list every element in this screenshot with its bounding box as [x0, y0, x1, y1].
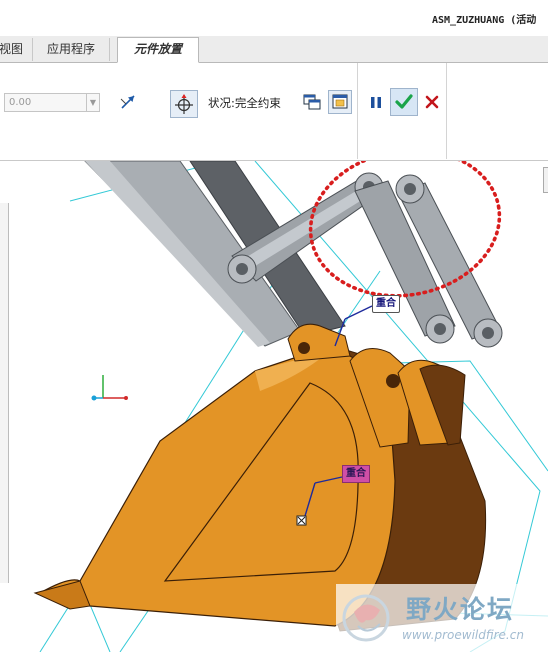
title-bar: ASM_ZUZHUANG (活动 — [0, 0, 548, 36]
watermark-logo-icon — [342, 594, 390, 642]
coordinate-axes-icon — [91, 375, 128, 401]
model-scene — [33, 161, 548, 652]
ribbon-separator — [357, 63, 358, 159]
watermark-name: 野火论坛 — [406, 595, 515, 624]
constraint-status: 状况:完全约束 — [208, 96, 281, 110]
constraint-marker-coincident-selected[interactable]: 重合 — [342, 465, 370, 483]
separate-window-icon[interactable] — [300, 90, 324, 114]
pause-icon[interactable] — [364, 90, 388, 114]
offset-input[interactable]: 0.00 ▼ — [4, 93, 100, 112]
ribbon-tabs: 视图 应用程序 元件放置 — [0, 36, 548, 63]
ribbon-separator-2 — [446, 63, 447, 159]
current-window-icon[interactable] — [328, 90, 352, 114]
flip-arrow-icon[interactable] — [116, 90, 140, 114]
forum-watermark: 野火论坛 www.proewildfire.cn — [336, 584, 548, 652]
check-icon[interactable] — [390, 88, 418, 116]
cancel-icon[interactable] — [420, 90, 444, 114]
watermark-url: www.proewildfire.cn — [402, 628, 524, 642]
tab-component-placement[interactable]: 元件放置 — [117, 37, 199, 63]
offset-value: 0.00 — [9, 97, 32, 108]
tab-view[interactable]: 视图 — [0, 38, 33, 61]
move-component-icon[interactable] — [170, 90, 198, 118]
tab-applications[interactable]: 应用程序 — [33, 38, 110, 61]
window-title: ASM_ZUZHUANG (活动 — [432, 15, 537, 26]
placement-point-icon — [296, 515, 307, 526]
chevron-down-icon[interactable]: ▼ — [86, 94, 99, 111]
constraint-marker-coincident[interactable]: 重合 — [372, 295, 400, 313]
boom-arm — [84, 161, 346, 347]
ribbon: 0.00 ▼ 状况:完全约束 — [0, 63, 548, 161]
graphics-viewport[interactable]: 重合 重合 野火论坛 www.proewildfire.cn — [0, 161, 548, 652]
